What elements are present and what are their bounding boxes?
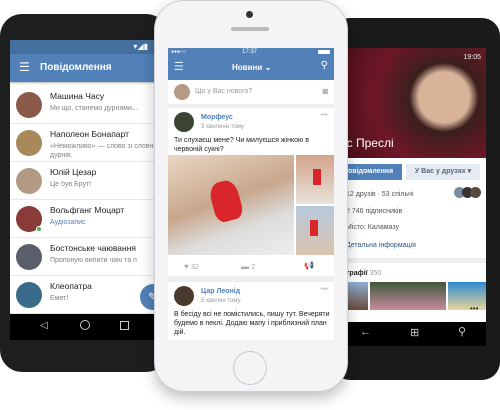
post-composer[interactable]: Що у Вас нового? ◙ — [168, 80, 334, 104]
conversation-message: «Неможливо» — слово зі словника — [50, 143, 158, 150]
avatar — [16, 92, 42, 118]
search-icon[interactable]: ⚲ — [321, 60, 328, 71]
android-nav-bar: ◁ — [10, 314, 158, 340]
conversation-name: Наполеон Бонапарт — [50, 129, 129, 139]
android-phone: ▾◢▮ ☰ Повідомлення Машина Часу Ми що, ст… — [0, 14, 168, 372]
battery-icon — [318, 50, 330, 54]
like-button[interactable]: ♥ 32 — [184, 262, 199, 271]
more-icon[interactable]: ••• — [321, 112, 328, 119]
more-icon[interactable]: ••• — [470, 304, 478, 313]
conversation-name: Бостонське чаювання — [50, 243, 137, 253]
messages-screen: ▾◢▮ ☰ Повідомлення Машина Часу Ми що, ст… — [10, 40, 158, 314]
photo-thumb[interactable] — [370, 282, 446, 310]
back-icon[interactable]: ← — [360, 326, 371, 338]
post-author[interactable]: Цар Леонід — [201, 288, 240, 295]
header: ☰ Повідомлення — [10, 54, 158, 82]
conversation-message-cont: дурнів. — [50, 152, 73, 159]
post-photo[interactable] — [296, 206, 334, 255]
avatar — [16, 244, 42, 270]
menu-icon[interactable]: ☰ — [19, 60, 30, 74]
windows-icon[interactable]: ⊞ — [410, 326, 419, 339]
windows-phone: 19:05 іс Преслі овідомлення У Вас у друз… — [332, 18, 500, 380]
conversation-item[interactable]: Бостонське чаювання Пропоную випити чаю … — [10, 238, 158, 276]
details-link[interactable]: Детальна інформація — [346, 242, 416, 249]
friends-button[interactable]: У Вас у друзях ▾ — [406, 164, 480, 180]
home-button[interactable] — [233, 351, 267, 385]
camera-icon[interactable]: ◙ — [323, 86, 328, 96]
post-photo[interactable] — [296, 155, 334, 204]
post-time: 5 хвилин тому — [201, 298, 241, 304]
camera-icon — [246, 11, 253, 18]
post-card: Цар Леонід 5 хвилин тому ••• В бесіду вс… — [168, 282, 334, 340]
home-icon[interactable] — [80, 320, 90, 330]
message-button[interactable]: овідомлення — [346, 164, 402, 180]
search-icon[interactable]: ⚲ — [458, 325, 466, 338]
profile-name: іс Преслі — [346, 136, 394, 150]
conversation-item[interactable]: Вольфганг Моцарт Аудіозапис — [10, 200, 158, 238]
windows-nav-bar: ← ⊞ ⚲ — [346, 322, 486, 346]
comment-count: 2 — [251, 264, 256, 271]
post-author[interactable]: Морфеус — [201, 114, 233, 121]
feed-selector[interactable]: Новини ⌄ — [232, 63, 271, 72]
followers-count[interactable]: 2 746 підписників — [346, 208, 402, 215]
post-text: Ти слухаєш мене? Чи милуєшся жінкою в че… — [174, 137, 309, 153]
conversation-name: Вольфганг Моцарт — [50, 205, 125, 215]
share-icon[interactable]: 📢 — [304, 261, 314, 270]
status-bar: ▾◢▮ — [10, 40, 158, 54]
friends-button-label: У Вас у друзях — [414, 168, 466, 175]
post-text: В бесіду всі не помістились, пишу тут. В… — [174, 311, 330, 336]
photos-title: трафії — [346, 270, 368, 277]
conversation-item[interactable]: Клеопатра Емет! — [10, 276, 158, 314]
conversation-item[interactable]: Машина Часу Ми що, станемо дурнями... — [10, 86, 158, 124]
avatar — [16, 168, 42, 194]
photo-thumb[interactable] — [448, 282, 486, 310]
composer-placeholder[interactable]: Що у Вас нового? — [195, 88, 252, 95]
conversation-name: Машина Часу — [50, 91, 105, 101]
post-photo-main[interactable] — [168, 155, 294, 255]
iphone: ●●●○○ 17:37 ☰ Новини ⌄ ⚲ Що у Вас нового… — [154, 0, 348, 392]
status-time: 17:37 — [242, 49, 258, 55]
photos-count: 350 — [369, 270, 382, 277]
like-count: 32 — [190, 264, 199, 271]
avatar — [16, 130, 42, 156]
menu-icon[interactable]: ☰ — [174, 60, 184, 73]
conversation-message: Пропоную випити чаю та п — [50, 257, 137, 264]
conversation-message: Це був Брут! — [50, 181, 92, 188]
conversation-item[interactable]: Юлій Цезар Це був Брут! — [10, 162, 158, 200]
post-card: Морфеус 3 хвилини тому ••• Ти слухаєш ме… — [168, 108, 334, 276]
profile-cover-photo: 19:05 іс Преслі — [346, 48, 486, 158]
conversation-message: Ми що, станемо дурнями... — [50, 105, 138, 112]
signal-icon: ▾◢▮ — [133, 42, 148, 51]
divider — [346, 258, 486, 263]
photos-label[interactable]: трафії 350 — [346, 270, 381, 277]
header-title: Повідомлення — [40, 62, 112, 73]
back-icon[interactable]: ◁ — [40, 320, 48, 331]
post-time: 3 хвилини тому — [201, 124, 244, 130]
friends-count[interactable]: 12 друзів · 53 спільні — [346, 191, 414, 198]
avatar — [16, 282, 42, 308]
profile-screen: 19:05 іс Преслі овідомлення У Вас у друз… — [346, 48, 486, 322]
conversation-item[interactable]: Наполеон Бонапарт «Неможливо» — слово зі… — [10, 124, 158, 162]
news-screen: ●●●○○ 17:37 ☰ Новини ⌄ ⚲ Що у Вас нового… — [168, 48, 334, 340]
recents-icon[interactable] — [120, 321, 129, 330]
comment-button[interactable]: ▬ 2 — [241, 262, 255, 271]
conversation-name: Клеопатра — [50, 281, 92, 291]
conversation-message: Аудіозапис — [50, 219, 86, 226]
speaker — [231, 27, 269, 31]
more-icon[interactable]: ••• — [321, 286, 328, 293]
online-indicator — [36, 226, 42, 232]
conversation-name: Юлій Цезар — [50, 167, 97, 177]
header: ●●●○○ 17:37 ☰ Новини ⌄ ⚲ — [168, 48, 334, 80]
header-title: Новини — [232, 63, 263, 72]
signal-icon: ●●●○○ — [171, 49, 187, 55]
status-time: 19:05 — [463, 54, 481, 61]
city: Місто: Каламазу — [346, 224, 400, 231]
photo-thumb[interactable] — [346, 282, 368, 310]
